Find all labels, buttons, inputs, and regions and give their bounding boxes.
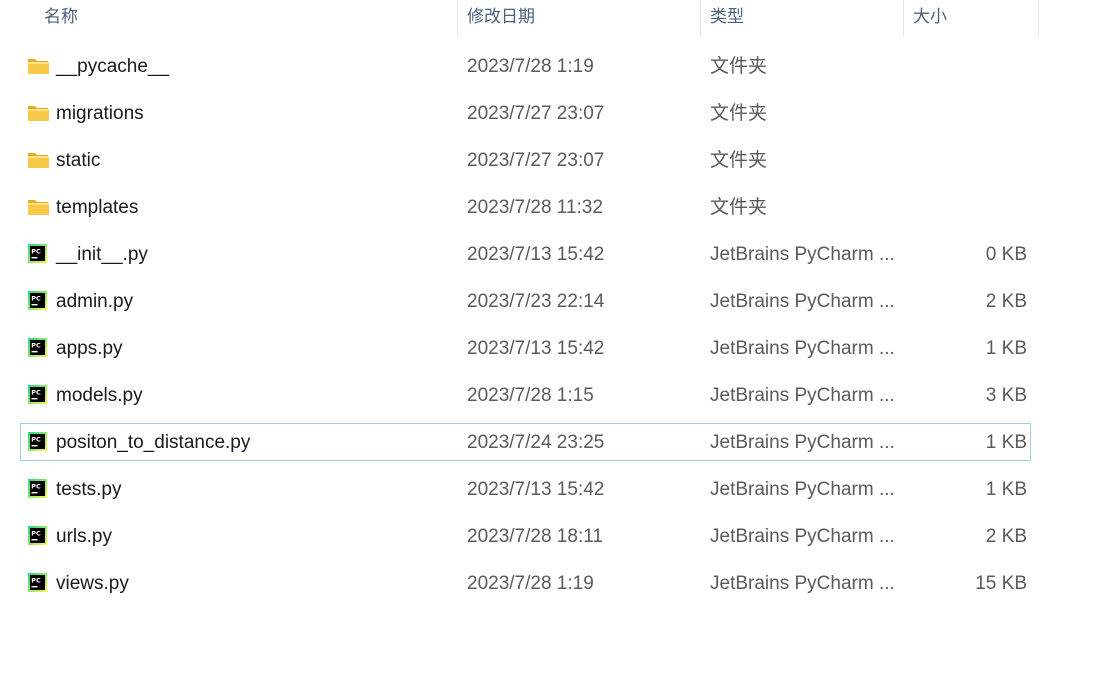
file-row[interactable]: PC positon_to_distance.py 2023/7/24 23:2… [0, 419, 1040, 466]
file-name: views.py [56, 573, 129, 594]
file-row[interactable]: PC views.py 2023/7/28 1:19 JetBrains PyC… [0, 560, 1040, 607]
svg-text:PC: PC [31, 295, 41, 303]
file-name: static [56, 150, 101, 171]
file-modified-date: 2023/7/28 1:19 [467, 573, 594, 594]
folder-icon [27, 103, 49, 123]
file-row[interactable]: migrations 2023/7/27 23:07 文件夹 [0, 90, 1040, 137]
file-name: tests.py [56, 479, 122, 500]
file-modified-date: 2023/7/28 1:15 [467, 385, 594, 406]
file-name: migrations [56, 103, 144, 124]
file-name: __pycache__ [56, 56, 170, 77]
file-name: apps.py [56, 338, 123, 359]
column-header-size-label: 大小 [913, 7, 947, 26]
file-type: JetBrains PyCharm ... [710, 338, 895, 359]
file-row[interactable]: PC __init__.py 2023/7/13 15:42 JetBrains… [0, 231, 1040, 278]
column-divider[interactable] [700, 0, 701, 36]
file-name: models.py [56, 385, 143, 406]
svg-text:PC: PC [31, 389, 41, 397]
file-row[interactable]: PC tests.py 2023/7/13 15:42 JetBrains Py… [0, 466, 1040, 513]
pycharm-file-icon: PC [27, 385, 49, 405]
pycharm-file-icon: PC [27, 432, 49, 452]
file-type: JetBrains PyCharm ... [710, 479, 895, 500]
pycharm-file-icon: PC [27, 573, 49, 593]
file-size: 3 KB [985, 385, 1027, 406]
file-explorer-details-view: 名称 ^ 修改日期 类型 大小 __pycache__ 2023/7/28 1:… [0, 0, 1097, 675]
file-type: JetBrains PyCharm ... [710, 385, 895, 406]
file-modified-date: 2023/7/27 23:07 [467, 150, 605, 171]
file-size: 1 KB [985, 479, 1027, 500]
file-modified-date: 2023/7/27 23:07 [467, 103, 605, 124]
pycharm-file-icon: PC [27, 244, 49, 264]
file-size [905, 43, 1027, 90]
sort-ascending-icon: ^ [276, 0, 282, 6]
file-size: 15 KB [975, 573, 1027, 594]
file-name: admin.py [56, 291, 134, 312]
file-modified-date: 2023/7/24 23:25 [467, 432, 605, 453]
column-header-date-label: 修改日期 [467, 7, 535, 26]
file-size [905, 90, 1027, 137]
file-row[interactable]: templates 2023/7/28 11:32 文件夹 [0, 184, 1040, 231]
file-type: 文件夹 [710, 56, 768, 77]
folder-icon [27, 56, 49, 76]
file-type: 文件夹 [710, 103, 768, 124]
file-type: JetBrains PyCharm ... [710, 573, 895, 594]
column-divider[interactable] [903, 0, 904, 36]
file-modified-date: 2023/7/28 1:19 [467, 56, 594, 77]
file-row[interactable]: PC apps.py 2023/7/13 15:42 JetBrains PyC… [0, 325, 1040, 372]
svg-text:PC: PC [31, 342, 41, 350]
column-header-size[interactable]: 大小 [905, 0, 1039, 36]
file-size: 2 KB [985, 526, 1027, 547]
pycharm-file-icon: PC [27, 291, 49, 311]
pycharm-file-icon: PC [27, 338, 49, 358]
pycharm-file-icon: PC [27, 479, 49, 499]
file-modified-date: 2023/7/13 15:42 [467, 338, 605, 359]
file-size [905, 137, 1027, 184]
column-header-date[interactable]: 修改日期 [459, 0, 699, 36]
file-modified-date: 2023/7/13 15:42 [467, 479, 605, 500]
file-name: urls.py [56, 526, 112, 547]
file-name: templates [56, 197, 139, 218]
file-type: JetBrains PyCharm ... [710, 526, 895, 547]
column-divider[interactable] [457, 0, 458, 36]
svg-text:PC: PC [31, 436, 41, 444]
svg-text:PC: PC [31, 577, 41, 585]
file-size [905, 184, 1027, 231]
file-size: 2 KB [985, 291, 1027, 312]
file-row[interactable]: __pycache__ 2023/7/28 1:19 文件夹 [0, 43, 1040, 90]
column-header-name-label: 名称 [44, 7, 78, 26]
file-row[interactable]: static 2023/7/27 23:07 文件夹 [0, 137, 1040, 184]
file-type: 文件夹 [710, 150, 768, 171]
column-header-bar: 名称 ^ 修改日期 类型 大小 [0, 0, 1040, 36]
file-list: __pycache__ 2023/7/28 1:19 文件夹 migration… [0, 43, 1040, 607]
folder-icon [27, 150, 49, 170]
column-header-type-label: 类型 [710, 7, 744, 26]
column-header-name[interactable]: 名称 ^ [36, 0, 456, 36]
file-type: JetBrains PyCharm ... [710, 432, 895, 453]
svg-text:PC: PC [31, 530, 41, 538]
column-divider[interactable] [1038, 0, 1039, 36]
svg-text:PC: PC [31, 248, 41, 256]
file-size: 0 KB [985, 244, 1027, 265]
pycharm-file-icon: PC [27, 526, 49, 546]
folder-icon [27, 197, 49, 217]
file-type: 文件夹 [710, 197, 768, 218]
file-modified-date: 2023/7/28 18:11 [467, 526, 603, 547]
file-type: JetBrains PyCharm ... [710, 291, 895, 312]
file-row[interactable]: PC models.py 2023/7/28 1:15 JetBrains Py… [0, 372, 1040, 419]
column-header-type[interactable]: 类型 [702, 0, 902, 36]
file-modified-date: 2023/7/28 11:32 [467, 197, 603, 218]
file-modified-date: 2023/7/23 22:14 [467, 291, 605, 312]
file-size: 1 KB [985, 432, 1027, 453]
file-row[interactable]: PC urls.py 2023/7/28 18:11 JetBrains PyC… [0, 513, 1040, 560]
svg-text:PC: PC [31, 483, 41, 491]
file-type: JetBrains PyCharm ... [710, 244, 895, 265]
file-name: __init__.py [56, 244, 148, 265]
file-name: positon_to_distance.py [56, 432, 251, 453]
file-size: 1 KB [985, 338, 1027, 359]
file-modified-date: 2023/7/13 15:42 [467, 244, 605, 265]
file-row[interactable]: PC admin.py 2023/7/23 22:14 JetBrains Py… [0, 278, 1040, 325]
